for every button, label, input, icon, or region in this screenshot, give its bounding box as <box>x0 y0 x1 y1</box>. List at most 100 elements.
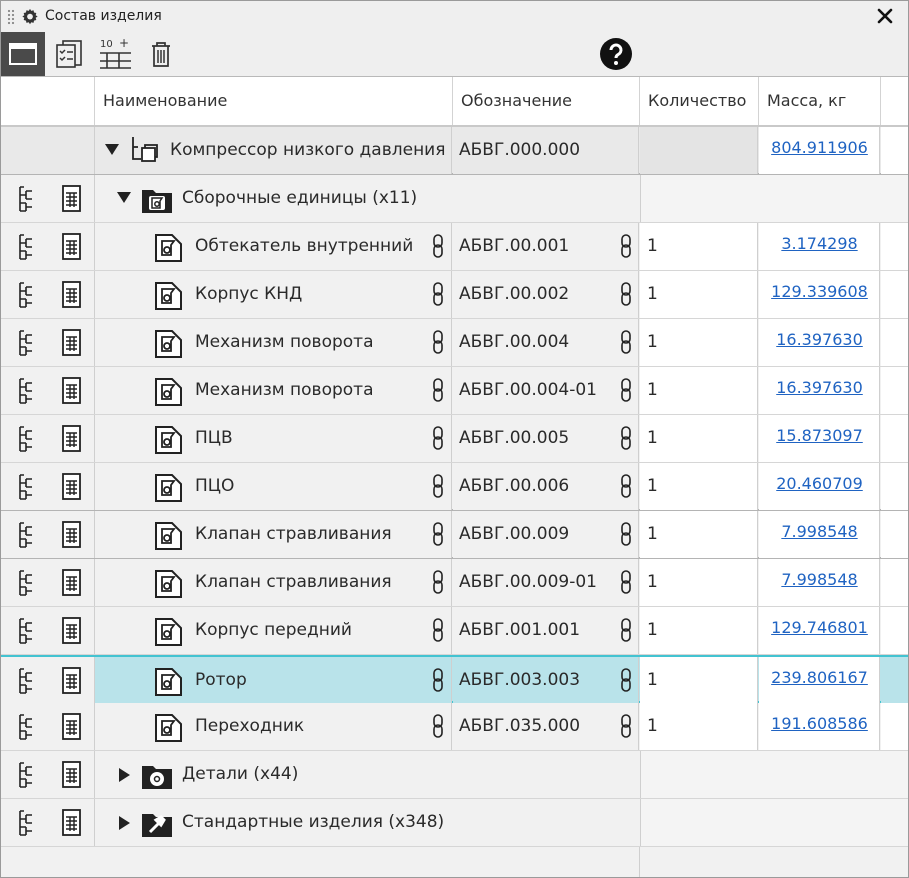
quantity-cell[interactable]: 1 <box>640 511 758 558</box>
root-mass-link[interactable]: 804.911906 <box>759 127 880 169</box>
table-row[interactable]: ПЦО АБВГ.00.006 1 20.460709 <box>1 463 908 511</box>
header-name[interactable]: Наименование <box>95 77 453 125</box>
tree-structure-icon[interactable] <box>15 809 37 837</box>
designation-cell[interactable]: АБВГ.00.005 <box>453 415 639 462</box>
document-icon[interactable] <box>61 185 83 213</box>
name-cell[interactable]: Механизм поворота <box>95 319 452 366</box>
item-mass-link[interactable]: 191.608586 <box>759 703 880 745</box>
delete-button[interactable] <box>139 32 183 76</box>
header-designation[interactable]: Обозначение <box>453 77 640 125</box>
name-cell[interactable]: Компрессор низкого давления <box>95 127 452 174</box>
group-row-assemblies[interactable]: Сборочные единицы (x11) <box>1 175 908 223</box>
designation-cell[interactable]: АБВГ.00.002 <box>453 271 639 318</box>
quantity-cell[interactable]: 1 <box>640 607 758 654</box>
mass-cell[interactable]: 3.174298 <box>759 223 880 270</box>
link-icon[interactable] <box>619 330 633 354</box>
drag-grip-icon[interactable] <box>7 9 15 25</box>
mass-cell[interactable]: 129.339608 <box>759 271 880 318</box>
table-row[interactable]: Корпус передний АБВГ.001.001 1 129.74680… <box>1 607 908 655</box>
group-row-parts[interactable]: Детали (x44) <box>1 751 908 799</box>
document-icon[interactable] <box>61 667 83 695</box>
item-mass-link[interactable]: 15.873097 <box>759 415 880 457</box>
name-cell[interactable]: Сборочные единицы (x11) <box>95 175 640 222</box>
link-icon[interactable] <box>619 618 633 642</box>
header-mass[interactable]: Масса, кг <box>759 77 881 125</box>
document-icon[interactable] <box>61 809 83 837</box>
table-row[interactable]: Клапан стравливания АБВГ.00.009-01 1 7.9… <box>1 559 908 607</box>
item-mass-link[interactable]: 7.998548 <box>759 511 880 553</box>
tree-structure-icon[interactable] <box>15 377 37 405</box>
designation-cell[interactable]: АБВГ.001.001 <box>453 607 639 654</box>
mass-cell[interactable]: 20.460709 <box>759 463 880 510</box>
quantity-cell[interactable]: 1 <box>640 559 758 606</box>
mass-cell[interactable]: 7.998548 <box>759 559 880 606</box>
link-icon[interactable] <box>619 570 633 594</box>
name-cell[interactable]: Ротор <box>95 657 452 704</box>
link-icon[interactable] <box>431 234 445 258</box>
tree-structure-icon[interactable] <box>15 425 37 453</box>
table-row[interactable]: Корпус КНД АБВГ.00.002 1 129.339608 <box>1 271 908 319</box>
document-icon[interactable] <box>61 617 83 645</box>
link-icon[interactable] <box>619 378 633 402</box>
document-icon[interactable] <box>61 473 83 501</box>
mass-cell[interactable]: 191.608586 <box>759 703 880 750</box>
title-bar[interactable]: Состав изделия <box>1 1 908 32</box>
tree-structure-icon[interactable] <box>15 521 37 549</box>
name-cell[interactable]: Стандартные изделия (x348) <box>95 799 640 846</box>
tree-structure-icon[interactable] <box>15 617 37 645</box>
name-cell[interactable]: ПЦО <box>95 463 452 510</box>
collapse-arrow[interactable] <box>105 144 119 155</box>
link-icon[interactable] <box>431 668 445 692</box>
item-mass-link[interactable]: 20.460709 <box>759 463 880 505</box>
item-mass-link[interactable]: 7.998548 <box>759 559 880 601</box>
tree-structure-icon[interactable] <box>15 713 37 741</box>
document-icon[interactable] <box>61 233 83 261</box>
document-icon[interactable] <box>61 425 83 453</box>
collapse-arrow[interactable] <box>117 192 131 203</box>
document-icon[interactable] <box>61 281 83 309</box>
item-mass-link[interactable]: 16.397630 <box>759 319 880 361</box>
link-icon[interactable] <box>431 474 445 498</box>
link-icon[interactable] <box>431 282 445 306</box>
link-icon[interactable] <box>431 570 445 594</box>
group-row-standard[interactable]: Стандартные изделия (x348) <box>1 799 908 847</box>
designation-cell[interactable]: АБВГ.035.000 <box>453 703 639 750</box>
quantity-cell[interactable]: 1 <box>640 271 758 318</box>
link-icon[interactable] <box>431 330 445 354</box>
insert-position-button[interactable]: 10 + <box>93 32 137 76</box>
link-icon[interactable] <box>431 618 445 642</box>
name-cell[interactable]: Обтекатель внутренний <box>95 223 452 270</box>
document-icon[interactable] <box>61 569 83 597</box>
item-mass-link[interactable]: 129.339608 <box>759 271 880 313</box>
checklist-button[interactable] <box>47 32 91 76</box>
table-row[interactable]: Механизм поворота АБВГ.00.004-01 1 16.39… <box>1 367 908 415</box>
link-icon[interactable] <box>619 474 633 498</box>
tree-structure-icon[interactable] <box>15 473 37 501</box>
link-icon[interactable] <box>619 282 633 306</box>
header-quantity[interactable]: Количество <box>640 77 759 125</box>
name-cell[interactable]: Механизм поворота <box>95 367 452 414</box>
link-icon[interactable] <box>431 522 445 546</box>
quantity-cell[interactable]: 1 <box>640 703 758 750</box>
table-row[interactable]: Обтекатель внутренний АБВГ.00.001 1 3.17… <box>1 223 908 271</box>
tree-structure-icon[interactable] <box>15 667 37 695</box>
help-icon[interactable] <box>599 37 633 71</box>
tree-structure-icon[interactable] <box>15 761 37 789</box>
designation-cell[interactable]: АБВГ.003.003 <box>453 657 639 704</box>
mass-cell[interactable]: 7.998548 <box>759 511 880 558</box>
document-icon[interactable] <box>61 329 83 357</box>
table-row[interactable]: ПЦВ АБВГ.00.005 1 15.873097 <box>1 415 908 463</box>
name-cell[interactable]: Корпус передний <box>95 607 452 654</box>
table-row[interactable]: Клапан стравливания АБВГ.00.009 1 7.9985… <box>1 511 908 559</box>
panel-view-button[interactable] <box>1 32 45 76</box>
quantity-cell[interactable]: 1 <box>640 657 758 704</box>
document-icon[interactable] <box>61 713 83 741</box>
document-icon[interactable] <box>61 521 83 549</box>
link-icon[interactable] <box>619 714 633 738</box>
item-mass-link[interactable]: 3.174298 <box>759 223 880 265</box>
name-cell[interactable]: Клапан стравливания <box>95 511 452 558</box>
link-icon[interactable] <box>619 668 633 692</box>
designation-cell[interactable]: АБВГ.00.006 <box>453 463 639 510</box>
tree-structure-icon[interactable] <box>15 281 37 309</box>
mass-cell[interactable]: 16.397630 <box>759 367 880 414</box>
